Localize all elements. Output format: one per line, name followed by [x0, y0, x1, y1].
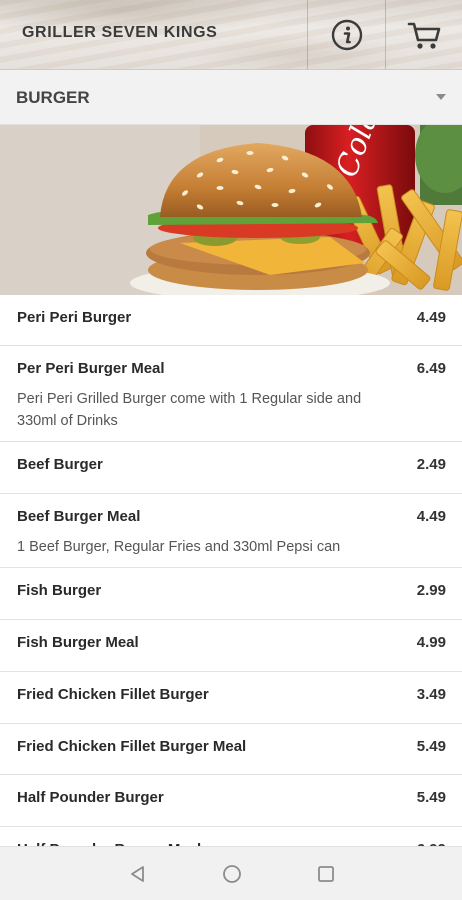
recents-square-icon [318, 866, 334, 882]
menu-item-price: 2.49 [416, 456, 446, 473]
menu-item-name: Beef Burger [17, 456, 103, 473]
menu-list: Peri Peri Burger 4.49 Per Peri Burger Me… [0, 295, 462, 879]
menu-item-name: Fish Burger [17, 582, 102, 599]
menu-item[interactable]: Half Pounder Burger 5.49 [0, 775, 462, 827]
category-dropdown[interactable]: BURGER [0, 70, 462, 125]
menu-item-price: 4.49 [416, 309, 446, 326]
menu-item[interactable]: Beef Burger 2.49 [0, 442, 462, 494]
menu-item-price: 4.99 [416, 634, 446, 651]
menu-item[interactable]: Fried Chicken Fillet Burger Meal 5.49 [0, 724, 462, 775]
menu-item-price: 3.49 [416, 686, 446, 703]
menu-item[interactable]: Beef Burger Meal 4.49 1 Beef Burger, Reg… [0, 494, 462, 568]
cart-icon [407, 22, 441, 49]
burger-photo: Cola [0, 125, 462, 295]
menu-item[interactable]: Fish Burger Meal 4.99 [0, 620, 462, 672]
info-icon [331, 19, 362, 51]
category-selected-label: BURGER [16, 88, 90, 107]
cart-button[interactable] [385, 0, 462, 69]
category-hero-image: Cola [0, 125, 462, 295]
menu-item-price: 5.49 [416, 738, 446, 755]
menu-item-price: 4.49 [416, 508, 446, 525]
menu-item-description: Peri Peri Grilled Burger come with 1 Reg… [17, 391, 362, 429]
menu-item-price: 6.49 [416, 360, 446, 377]
menu-item-description: 1 Beef Burger, Regular Fries and 330ml P… [17, 539, 341, 555]
info-button[interactable] [307, 0, 385, 69]
system-navigation-bar [0, 846, 462, 900]
caret-down-icon [436, 94, 446, 100]
app-header: GRILLER SEVEN KINGS [0, 0, 462, 70]
menu-item-name: Fried Chicken Fillet Burger [17, 686, 209, 703]
menu-item-name: Fish Burger Meal [17, 634, 139, 651]
menu-item-price: 5.49 [416, 789, 446, 806]
menu-item-name: Per Peri Burger Meal [17, 360, 165, 377]
home-circle-icon [223, 865, 241, 883]
menu-item[interactable]: Per Peri Burger Meal 6.49 Peri Peri Gril… [0, 346, 462, 442]
menu-item[interactable]: Fish Burger 2.99 [0, 568, 462, 620]
nav-recents-button[interactable] [316, 864, 336, 884]
menu-item-price: 2.99 [416, 582, 446, 599]
nav-back-button[interactable] [128, 864, 148, 884]
menu-item-name: Peri Peri Burger [17, 309, 132, 326]
app-title: GRILLER SEVEN KINGS [22, 24, 218, 41]
menu-item[interactable]: Peri Peri Burger 4.49 [0, 295, 462, 346]
menu-item[interactable]: Fried Chicken Fillet Burger 3.49 [0, 672, 462, 724]
menu-item-name: Half Pounder Burger [17, 789, 164, 806]
menu-item-name: Beef Burger Meal [17, 508, 141, 525]
back-triangle-icon [131, 866, 144, 882]
nav-home-button[interactable] [222, 864, 242, 884]
menu-item-name: Fried Chicken Fillet Burger Meal [17, 738, 247, 755]
